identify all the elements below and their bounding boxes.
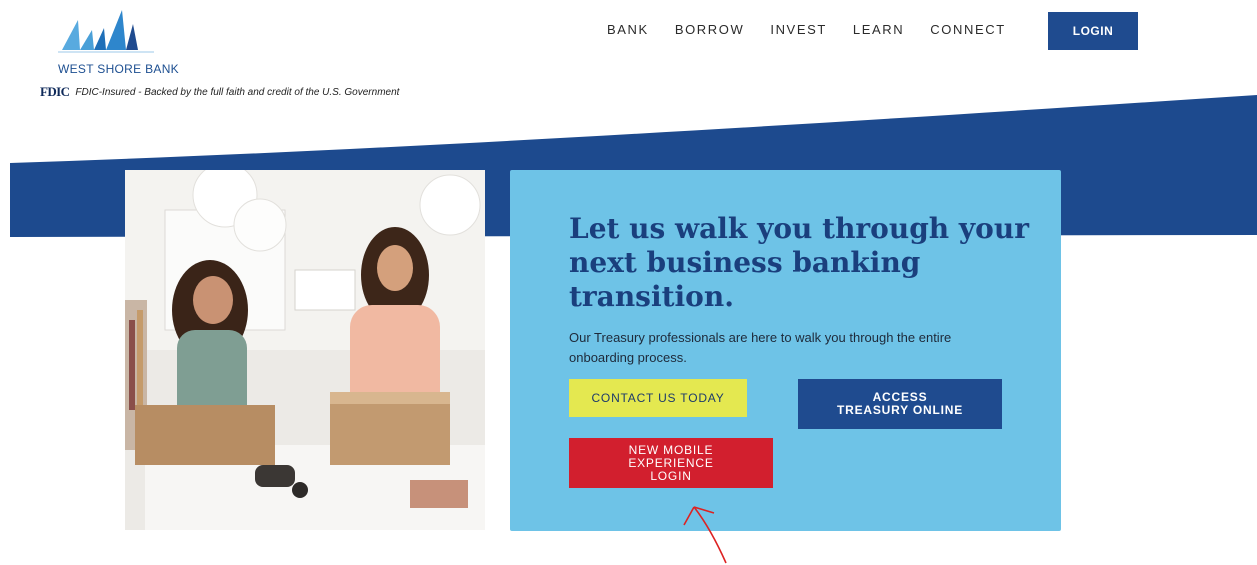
login-button[interactable]: LOGIN [1048, 12, 1138, 50]
hero-heading: Let us walk you through your next busine… [569, 212, 1029, 313]
mobile-login-button[interactable]: NEW MOBILE EXPERIENCE LOGIN [569, 438, 773, 488]
bank-name: WEST SHORE BANK [58, 62, 179, 76]
nav-connect[interactable]: CONNECT [930, 22, 1005, 37]
hero-photo [125, 170, 485, 530]
nav-invest[interactable]: INVEST [770, 22, 827, 37]
contact-us-button[interactable]: CONTACT US TODAY [569, 379, 747, 417]
arrow-annotation-icon [683, 506, 727, 564]
nav-borrow[interactable]: BORROW [675, 22, 745, 37]
nav-learn[interactable]: LEARN [853, 22, 904, 37]
mobile-login-label: NEW MOBILE EXPERIENCE LOGIN [628, 442, 714, 483]
nav-bank[interactable]: BANK [607, 22, 649, 37]
access-treasury-button[interactable]: ACCESS TREASURY ONLINE [798, 379, 1002, 429]
main-nav: BANK BORROW INVEST LEARN CONNECT [607, 22, 1006, 37]
access-treasury-label: ACCESS TREASURY ONLINE [836, 390, 963, 417]
hero-description: Our Treasury professionals are here to w… [569, 330, 952, 365]
